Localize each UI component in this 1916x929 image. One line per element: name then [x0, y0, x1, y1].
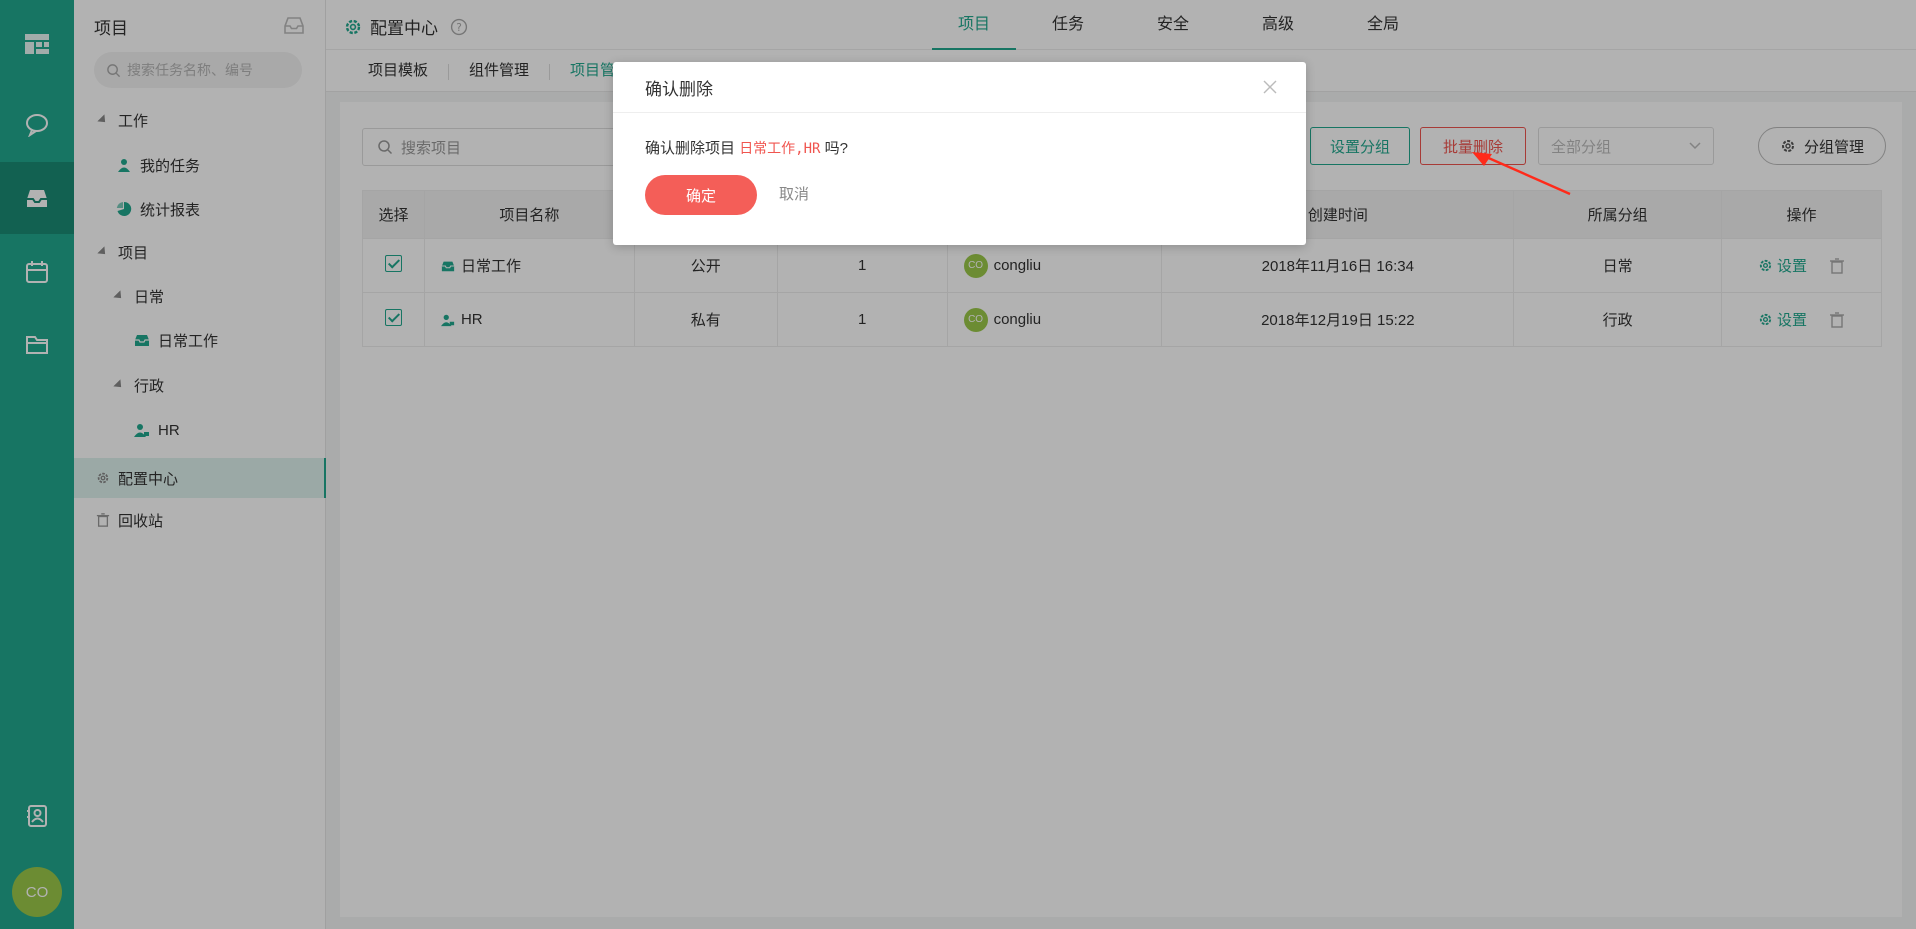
dialog-header: 确认删除: [613, 62, 1306, 113]
cancel-button[interactable]: 取消: [779, 175, 809, 215]
dialog-message-prefix: 确认删除项目: [645, 140, 736, 157]
close-icon[interactable]: [1262, 79, 1278, 95]
dialog-project-names: 日常工作,HR: [739, 141, 821, 157]
confirm-button[interactable]: 确定: [645, 175, 757, 215]
annotation-arrow-icon: [1472, 152, 1571, 196]
confirm-delete-dialog: 确认删除 确认删除项目 日常工作,HR 吗? 确定 取消: [613, 62, 1306, 245]
dialog-title: 确认删除: [645, 79, 713, 99]
dialog-message-suffix: 吗?: [824, 140, 848, 157]
app-root: CO 项目 搜索任务名称、编号 工作 我的任务 统计报表 项目 日常 日常工作 …: [0, 0, 1916, 929]
dialog-body: 确认删除项目 日常工作,HR 吗?: [613, 113, 1306, 158]
